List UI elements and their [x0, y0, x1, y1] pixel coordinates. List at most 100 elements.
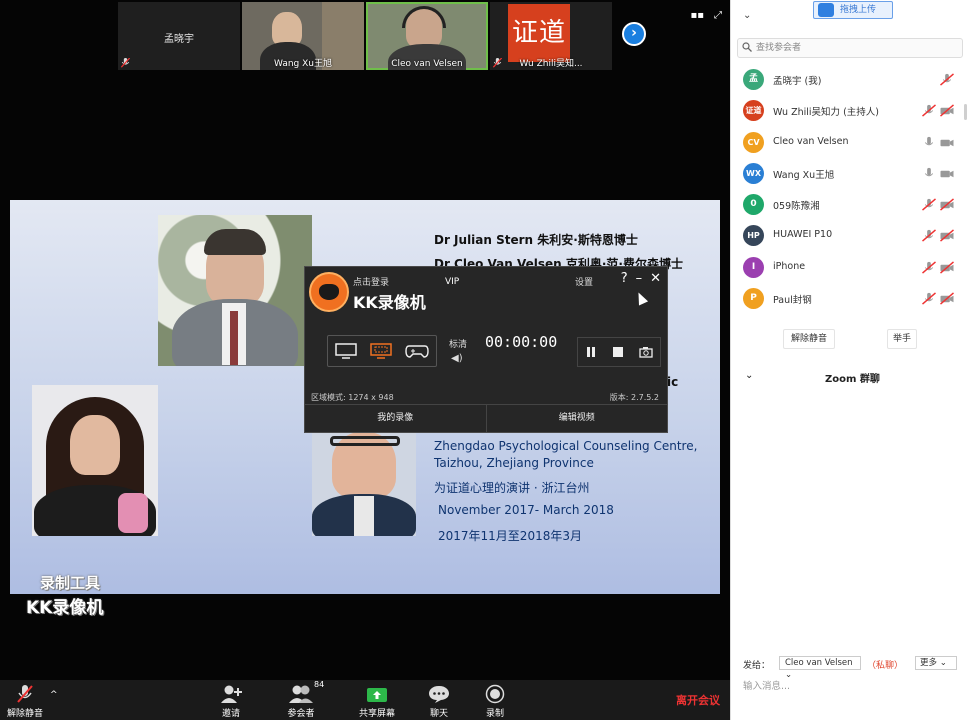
participant-row[interactable]: 0 059陈豫湘: [731, 189, 968, 220]
chat-bubble-icon: [429, 686, 449, 703]
collapse-chevron-icon[interactable]: ⌄: [743, 10, 751, 21]
kk-my-recordings-tab[interactable]: 我的录像: [305, 405, 487, 432]
screen-mode-icon[interactable]: [334, 343, 357, 359]
mic-muted-icon[interactable]: [921, 261, 937, 274]
drag-upload-label: 拖拽上传: [840, 5, 877, 15]
raise-hand-button[interactable]: 举手: [887, 329, 917, 349]
unmute-all-button[interactable]: 解除静音: [783, 329, 835, 349]
invite-button[interactable]: 邀请: [206, 684, 256, 719]
mic-muted-icon: [17, 685, 33, 703]
participants-count: 84: [314, 680, 325, 689]
send-to-select[interactable]: Cleo van Velsen ⌄: [779, 656, 861, 680]
mic-icon[interactable]: [921, 167, 937, 180]
chat-button[interactable]: 聊天: [414, 684, 464, 719]
video-off-icon[interactable]: [939, 198, 955, 211]
thumb-name: 孟晓宇: [164, 34, 194, 45]
photo-julian-stern: [158, 215, 312, 366]
zoom-window: 孟晓宇 Wang Xu王旭 Cleo van Velsen 证道 Wu Zhil…: [0, 0, 968, 720]
kk-header: 点击登录 KK录像机 VIP 设置 ? – ✕: [305, 267, 667, 317]
collapse-chevron-icon[interactable]: ⌄: [745, 370, 753, 381]
leave-meeting-button[interactable]: 离开会议: [676, 692, 720, 708]
mic-muted-icon[interactable]: [921, 292, 937, 305]
participant-row[interactable]: P Paul封钢: [731, 283, 968, 314]
video-icon[interactable]: [939, 136, 955, 149]
record-button[interactable]: 录制: [470, 684, 520, 719]
video-thumb-wangxu[interactable]: Wang Xu王旭: [242, 2, 364, 70]
participant-row[interactable]: WX Wang Xu王旭: [731, 158, 968, 189]
video-off-icon[interactable]: [939, 292, 955, 305]
minimize-icon[interactable]: –: [636, 271, 643, 286]
participant-row[interactable]: 证道 Wu Zhili吴知力 (主持人): [731, 95, 968, 126]
slide-line-centre: Zhengdao Psychological Counseling Centre…: [434, 439, 698, 453]
photo-glasses: [330, 436, 400, 446]
mic-muted-icon[interactable]: [939, 73, 955, 86]
avatar: 证道: [743, 100, 764, 122]
avatar: 0: [743, 194, 764, 216]
participant-list: 孟孟晓宇 (我) 证道 Wu Zhili吴知力 (主持人) CV Cleo van Ve…: [731, 64, 968, 314]
volume-icon[interactable]: ◀): [451, 353, 463, 364]
chat-message-input[interactable]: 输入消息...: [743, 678, 790, 692]
participant-name: Wu Zhili吴知力 (主持人): [773, 107, 879, 119]
kk-vip-badge[interactable]: VIP: [445, 277, 459, 287]
chat-title: Zoom 群聊: [825, 374, 880, 385]
kk-quality-label[interactable]: 标清: [449, 337, 467, 350]
video-thumb-meng[interactable]: 孟晓宇: [118, 2, 240, 70]
mic-muted-icon[interactable]: [921, 229, 937, 243]
video-off-icon[interactable]: [939, 261, 955, 274]
avatar: WX: [743, 162, 764, 184]
video-off-icon[interactable]: [939, 229, 955, 243]
watermark-line1: 录制工具: [40, 574, 101, 592]
gallery-view-icon[interactable]: ▪▪: [690, 10, 704, 21]
photo-figure-hair: [204, 229, 266, 255]
participant-row[interactable]: 孟孟晓宇 (我): [731, 64, 968, 95]
unmute-button[interactable]: 解除静音: [0, 684, 50, 719]
participant-row[interactable]: CV Cleo van Velsen: [731, 127, 968, 158]
avatar: HP: [743, 225, 764, 247]
kk-region-info: 区域模式: 1274 x 948: [311, 393, 394, 402]
video-thumb-wuzhili[interactable]: 证道 Wu Zhili吴知...: [490, 2, 612, 70]
help-icon[interactable]: ?: [621, 271, 628, 286]
share-screen-label: 共享屏幕: [358, 709, 395, 719]
avatar: 孟: [743, 69, 764, 90]
share-screen-icon: [367, 688, 387, 702]
slide-line-dates-cn: 2017年11月至2018年3月: [438, 529, 582, 543]
kk-settings-link[interactable]: 设置: [575, 275, 593, 288]
zhengdao-logo: 证道: [508, 4, 570, 62]
kk-login-link[interactable]: 点击登录: [353, 275, 389, 288]
add-person-icon: [221, 685, 242, 703]
pause-icon[interactable]: [585, 346, 597, 358]
kk-timer: 00:00:00: [485, 333, 558, 351]
audio-options-chevron-icon[interactable]: ^: [50, 690, 58, 700]
send-to-label: 发给：: [743, 661, 771, 671]
video-thumb-cleo[interactable]: Cleo van Velsen: [366, 2, 488, 70]
stop-icon[interactable]: [612, 346, 624, 358]
participant-row[interactable]: IiPhone: [731, 252, 968, 283]
kk-edit-video-tab[interactable]: 编辑视频: [487, 405, 668, 432]
mic-muted-icon[interactable]: [921, 104, 937, 117]
photo-figure: [70, 415, 120, 475]
screenshot-camera-icon[interactable]: [638, 346, 653, 358]
share-screen-button[interactable]: 共享屏幕: [352, 684, 402, 719]
record-label: 录制: [485, 709, 504, 719]
participant-name: Cleo van Velsen: [773, 135, 849, 147]
next-page-arrow-icon[interactable]: ›: [622, 22, 646, 46]
region-mode-icon[interactable]: [370, 343, 392, 359]
video-off-icon[interactable]: [939, 104, 955, 117]
kk-mode-selector: [327, 335, 437, 367]
participants-panel: ⌄ 拖拽上传 查找参会者 孟孟晓宇 (我) 证道 Wu Zhili吴知力 (主持人)…: [730, 0, 968, 720]
drag-upload-button[interactable]: 拖拽上传: [813, 1, 893, 19]
participants-button[interactable]: 参会者: [276, 684, 326, 719]
close-icon[interactable]: ✕: [650, 271, 661, 286]
meeting-toolbar: 解除静音 ^ 邀请 参会者 84 共享屏幕 聊天 录制 离开会议: [0, 680, 730, 720]
mic-muted-icon[interactable]: [921, 198, 937, 211]
participant-search-input[interactable]: 查找参会者: [737, 38, 963, 58]
participant-name: 孟晓宇 (我): [773, 76, 822, 87]
video-icon[interactable]: [939, 167, 955, 180]
thumb-name: Wu Zhili吴知...: [519, 59, 583, 69]
fullscreen-icon[interactable]: ⤢: [714, 10, 722, 21]
participant-row[interactable]: HP HUAWEI P10: [731, 220, 968, 251]
mic-icon[interactable]: [921, 136, 937, 149]
more-options-button[interactable]: 更多 ⌄: [915, 656, 957, 670]
unmute-label: 解除静音: [6, 709, 43, 719]
game-mode-icon[interactable]: [405, 343, 430, 359]
